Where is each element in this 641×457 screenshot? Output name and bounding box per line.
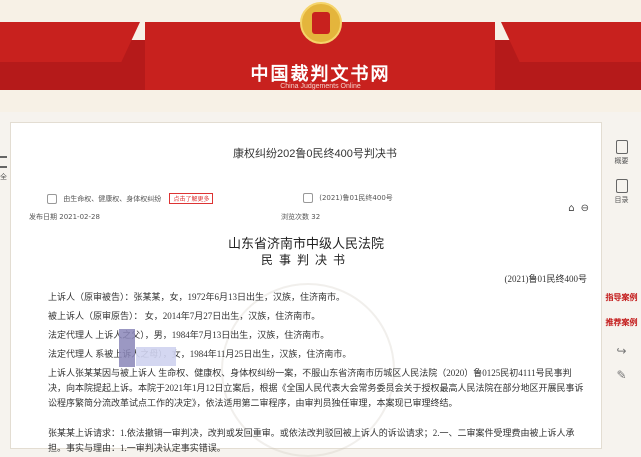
paragraph-intro: 上诉人张某某因与被上诉人 生命权、健康权、身体权纠纷一案，不服山东省济南市历城区… bbox=[48, 368, 584, 408]
party-line: 上诉人（原审被告）：张某某，女，1972年6月13日出生，汉族，住济南市。 bbox=[48, 292, 346, 302]
recommend-cases-button[interactable]: 推荐案例 bbox=[602, 317, 641, 328]
outline-icon bbox=[615, 140, 628, 154]
catalog-label: 目录 bbox=[614, 196, 629, 204]
views-count: 32 bbox=[311, 213, 321, 221]
case-number-icon bbox=[303, 193, 313, 203]
catalog-button[interactable]: 目录 bbox=[602, 179, 641, 205]
party-line: 被上诉人（原审原告）： 女，2014年7月27日出生，汉族，住济南市。 bbox=[48, 311, 321, 321]
learn-more-badge[interactable]: 点击了解更多 bbox=[169, 193, 214, 204]
share-icon[interactable]: ↪ bbox=[602, 344, 641, 358]
publish-label: 发布日期 bbox=[29, 213, 57, 221]
publish-row: 发布日期 2021-02-28 bbox=[29, 212, 100, 222]
paragraph-appeal: 张某某上诉请求：1.依法撤销一审判决，改判或发回重审。或依法改判驳回被上诉人的诉… bbox=[48, 428, 575, 453]
cause-row: 由生命权、健康权、身体权纠纷 点击了解更多 bbox=[47, 193, 214, 204]
document-tools: ⌂ ⊖ bbox=[562, 203, 589, 214]
overview-label: 概要 bbox=[614, 157, 629, 165]
party-line: 法定代理人 系被上诉人之母），女，1984年11月25日出生，汉族，住济南市。 bbox=[48, 349, 352, 359]
print-icon[interactable]: ⌂ bbox=[568, 203, 574, 214]
cause-text: 由生命权、健康权、身体权纠纷 bbox=[63, 195, 162, 203]
banner-wedge-left bbox=[0, 22, 141, 62]
redaction-block bbox=[119, 329, 135, 367]
redaction-block bbox=[136, 347, 176, 366]
edit-icon[interactable]: ✎ bbox=[602, 368, 641, 382]
right-toolbar: 概要 目录 指导案例 推荐案例 ↪ ✎ bbox=[602, 122, 641, 447]
banner-wedge-right bbox=[501, 22, 641, 62]
download-icon[interactable]: ⊖ bbox=[581, 203, 589, 214]
catalog-icon bbox=[615, 179, 628, 193]
judgment-document: 康权纠纷202鲁0民终400号判决书 由生命权、健康权、身体权纠纷 点击了解更多… bbox=[10, 122, 602, 457]
left-toolbar[interactable]: 全 bbox=[0, 156, 8, 186]
views-label: 浏览次数 bbox=[281, 213, 309, 221]
publish-date: 2021-02-28 bbox=[59, 213, 100, 221]
court-name: 山东省济南市中级人民法院 bbox=[227, 236, 384, 251]
site-banner: 中国裁判文书网 China Judgements Online bbox=[0, 0, 641, 112]
document-type: 民事判决书 bbox=[260, 253, 351, 267]
guide-cases-button[interactable]: 指导案例 bbox=[602, 292, 641, 303]
case-number: (2021)鲁01民终400号 bbox=[504, 274, 588, 284]
site-subtitle: China Judgements Online bbox=[280, 83, 361, 90]
overview-button[interactable]: 概要 bbox=[602, 140, 641, 166]
menu-icon[interactable] bbox=[0, 156, 7, 168]
left-toolbar-label: 全 bbox=[0, 173, 7, 181]
party-line: 法定代理人 上诉人之父），男，1984年7月13日出生，汉族，住济南市。 bbox=[48, 330, 330, 340]
document-title: 康权纠纷202鲁0民终400号判决书 bbox=[233, 148, 397, 160]
case-number-meta: (2021)鲁01民终400号 bbox=[319, 194, 393, 202]
case-number-row: (2021)鲁01民终400号 bbox=[303, 193, 393, 203]
court-emblem-icon bbox=[300, 2, 342, 44]
cause-icon bbox=[47, 194, 57, 204]
views-row: 浏览次数 32 bbox=[281, 212, 320, 222]
